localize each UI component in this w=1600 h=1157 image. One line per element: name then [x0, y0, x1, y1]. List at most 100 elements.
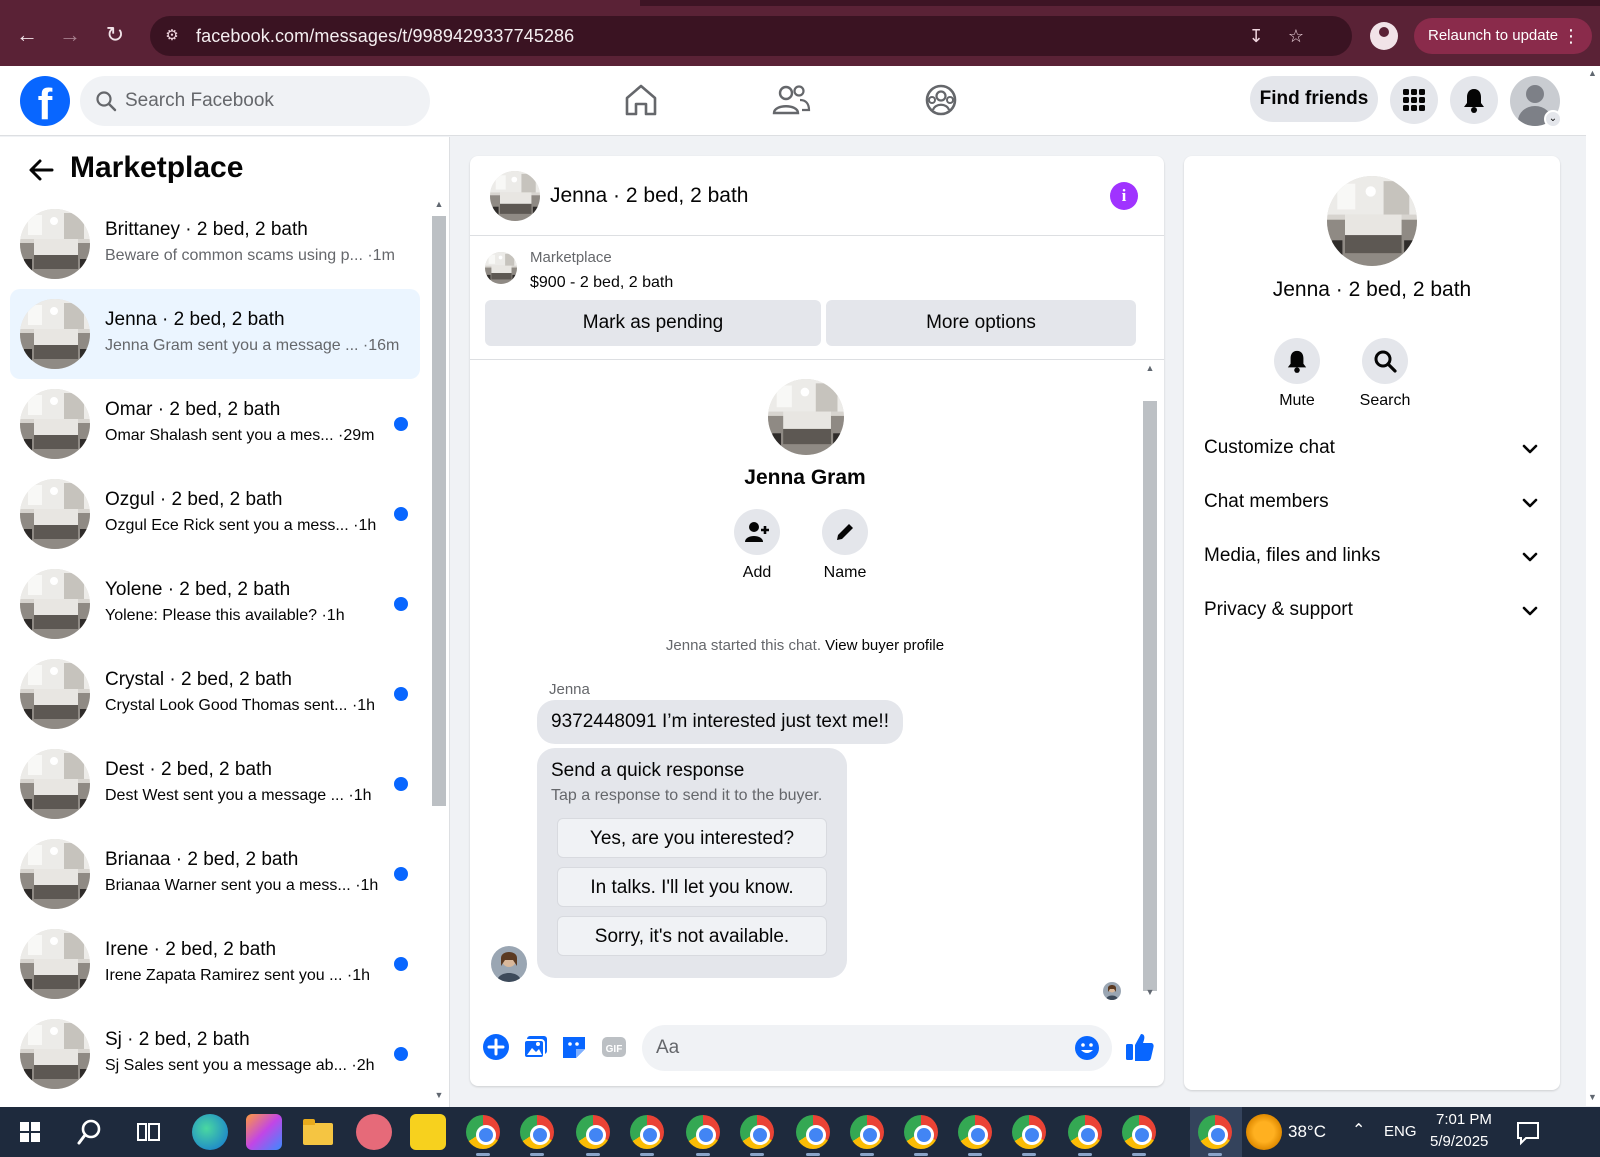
chat-scroll-up-arrow[interactable]: ▲ — [1143, 363, 1157, 377]
details-section-customize-chat[interactable]: Customize chat — [1204, 429, 1540, 469]
task-view-icon[interactable] — [130, 1114, 166, 1150]
chevron-up-icon[interactable]: ⌃ — [1352, 1120, 1365, 1140]
plus-icon[interactable] — [482, 1033, 510, 1061]
clock-date[interactable]: 5/9/2025 — [1430, 1133, 1488, 1150]
conversation-item[interactable]: Sj · 2 bed, 2 bath Sj Sales sent you a me… — [10, 1009, 420, 1099]
file-explorer-icon[interactable] — [300, 1114, 336, 1150]
gif-icon[interactable]: GIF — [600, 1033, 628, 1061]
conversation-item[interactable]: Ozgul · 2 bed, 2 bath Ozgul Ece Rick sent… — [10, 469, 420, 559]
info-icon[interactable]: i — [1110, 182, 1138, 210]
conversation-item[interactable]: Omar · 2 bed, 2 bath Omar Shalash sent yo… — [10, 379, 420, 469]
chrome-taskbar-icon[interactable] — [958, 1115, 992, 1149]
chat-title[interactable]: Jenna · 2 bed, 2 bath — [550, 184, 749, 208]
add-member-button[interactable] — [734, 509, 780, 555]
clock-time[interactable]: 7:01 PM — [1436, 1111, 1492, 1128]
chrome-taskbar-icon[interactable] — [740, 1115, 774, 1149]
view-buyer-profile-link[interactable]: View buyer profile — [825, 637, 944, 654]
copilot-icon[interactable] — [246, 1114, 282, 1150]
emoji-icon[interactable] — [1074, 1035, 1100, 1061]
conversation-item[interactable]: Jenna · 2 bed, 2 bath Jenna Gram sent you… — [10, 289, 420, 379]
more-options-button[interactable]: More options — [826, 300, 1136, 346]
search-box[interactable] — [80, 76, 430, 126]
conversation-item[interactable]: Dest · 2 bed, 2 bath Dest West sent you a… — [10, 739, 420, 829]
chrome-taskbar-icon[interactable] — [1198, 1115, 1232, 1149]
chat-avatar[interactable] — [490, 171, 540, 221]
details-section-chat-members[interactable]: Chat members — [1204, 483, 1540, 523]
edit-name-button[interactable] — [822, 509, 868, 555]
page-scroll-down-arrow[interactable]: ▼ — [1588, 1092, 1597, 1102]
conversation-item[interactable]: Yolene · 2 bed, 2 bath Yolene: Please thi… — [10, 559, 420, 649]
edge-browser-icon[interactable] — [192, 1114, 228, 1150]
chrome-taskbar-icon[interactable] — [850, 1115, 884, 1149]
weather-sun-icon[interactable] — [1246, 1114, 1282, 1150]
chrome-taskbar-icon[interactable] — [1012, 1115, 1046, 1149]
notification-center-icon[interactable] — [1510, 1114, 1546, 1150]
conversation-item[interactable]: Brianaa · 2 bed, 2 bath Brianaa Warner se… — [10, 829, 420, 919]
chrome-taskbar-icon[interactable] — [904, 1115, 938, 1149]
chrome-taskbar-icon[interactable] — [1122, 1115, 1156, 1149]
sticky-notes-icon[interactable] — [410, 1114, 446, 1150]
thumbs-up-icon[interactable] — [1124, 1031, 1156, 1063]
listing-thumbnail[interactable] — [485, 252, 517, 284]
mark-as-pending-button[interactable]: Mark as pending — [485, 300, 821, 346]
conversation-item[interactable]: Irene · 2 bed, 2 bath Irene Zapata Ramire… — [10, 919, 420, 1009]
page-scroll-up-arrow[interactable]: ▲ — [1588, 68, 1597, 78]
back-arrow-icon[interactable]: ← — [12, 20, 42, 50]
address-bar[interactable]: ⚙ facebook.com/messages/t/99894293377452… — [150, 16, 1352, 56]
sidebar-scrollbar[interactable] — [432, 216, 446, 806]
search-icon[interactable] — [72, 1114, 108, 1150]
chrome-taskbar-icon[interactable] — [796, 1115, 830, 1149]
details-section-privacy-support[interactable]: Privacy & support — [1204, 591, 1540, 631]
chat-scroll-down-arrow[interactable]: ▼ — [1143, 987, 1157, 1001]
friends-icon[interactable] — [768, 80, 814, 120]
message-input-box[interactable] — [642, 1025, 1112, 1071]
message-input[interactable] — [656, 1035, 1046, 1061]
chrome-taskbar-icon[interactable] — [686, 1115, 720, 1149]
listing-price[interactable]: $900 - 2 bed, 2 bath — [530, 274, 673, 292]
forward-arrow-icon[interactable]: → — [55, 20, 85, 50]
find-friends-button[interactable]: Find friends — [1250, 76, 1378, 122]
site-settings-icon[interactable]: ⚙ — [162, 26, 182, 46]
chrome-taskbar-icon[interactable] — [630, 1115, 664, 1149]
temperature[interactable]: 38°C — [1288, 1122, 1326, 1142]
chat-scrollbar[interactable] — [1143, 401, 1157, 991]
conversation-item[interactable]: Crystal · 2 bed, 2 bath Crystal Look Good… — [10, 649, 420, 739]
browser-menu-icon[interactable]: ⋮ — [1562, 18, 1580, 54]
bookmark-star-icon[interactable]: ☆ — [1284, 24, 1308, 48]
quick-response-in-talks[interactable]: In talks. I'll let you know. — [557, 867, 827, 907]
photo-icon[interactable] — [522, 1033, 550, 1061]
notifications-button[interactable] — [1450, 76, 1498, 124]
url-text[interactable]: facebook.com/messages/t/9989429337745286 — [196, 26, 574, 47]
search-conversation-button[interactable] — [1362, 338, 1408, 384]
mute-button[interactable] — [1274, 338, 1320, 384]
home-icon[interactable] — [618, 80, 664, 120]
chrome-taskbar-icon[interactable] — [576, 1115, 610, 1149]
browser-profile-icon[interactable] — [1370, 22, 1398, 50]
paint-app-icon[interactable] — [356, 1114, 392, 1150]
windows-start-icon[interactable] — [12, 1114, 48, 1150]
buyer-profile-picture[interactable] — [768, 379, 844, 455]
chrome-taskbar-icon[interactable] — [520, 1115, 554, 1149]
chevron-down-icon[interactable]: ⌄ — [1544, 110, 1562, 128]
scroll-up-arrow[interactable]: ▲ — [432, 199, 446, 213]
details-section-media-files-and-links[interactable]: Media, files and links — [1204, 537, 1540, 577]
quick-response-yes[interactable]: Yes, are you interested? — [557, 818, 827, 858]
sticker-icon[interactable] — [560, 1033, 588, 1061]
details-avatar[interactable] — [1327, 176, 1417, 266]
groups-icon[interactable] — [918, 80, 964, 120]
sender-avatar[interactable] — [491, 946, 527, 982]
scroll-down-arrow[interactable]: ▼ — [432, 1090, 446, 1104]
menu-grid-button[interactable] — [1390, 76, 1438, 124]
install-app-icon[interactable]: ↧ — [1244, 24, 1268, 48]
relaunch-button[interactable]: Relaunch to update ⋮ — [1414, 18, 1592, 54]
back-arrow-icon[interactable] — [26, 155, 56, 185]
facebook-logo[interactable]: f — [20, 76, 70, 126]
message-bubble[interactable]: 9372448091 I’m interested just text me!! — [537, 700, 903, 744]
reload-icon[interactable]: ↻ — [100, 20, 130, 50]
active-tab[interactable] — [0, 0, 640, 6]
search-input[interactable] — [125, 88, 415, 114]
page-scrollbar[interactable]: ▲ ▼ — [1586, 66, 1600, 1106]
language-indicator[interactable]: ENG — [1384, 1123, 1417, 1140]
chrome-taskbar-icon[interactable] — [1068, 1115, 1102, 1149]
quick-response-not-available[interactable]: Sorry, it's not available. — [557, 916, 827, 956]
